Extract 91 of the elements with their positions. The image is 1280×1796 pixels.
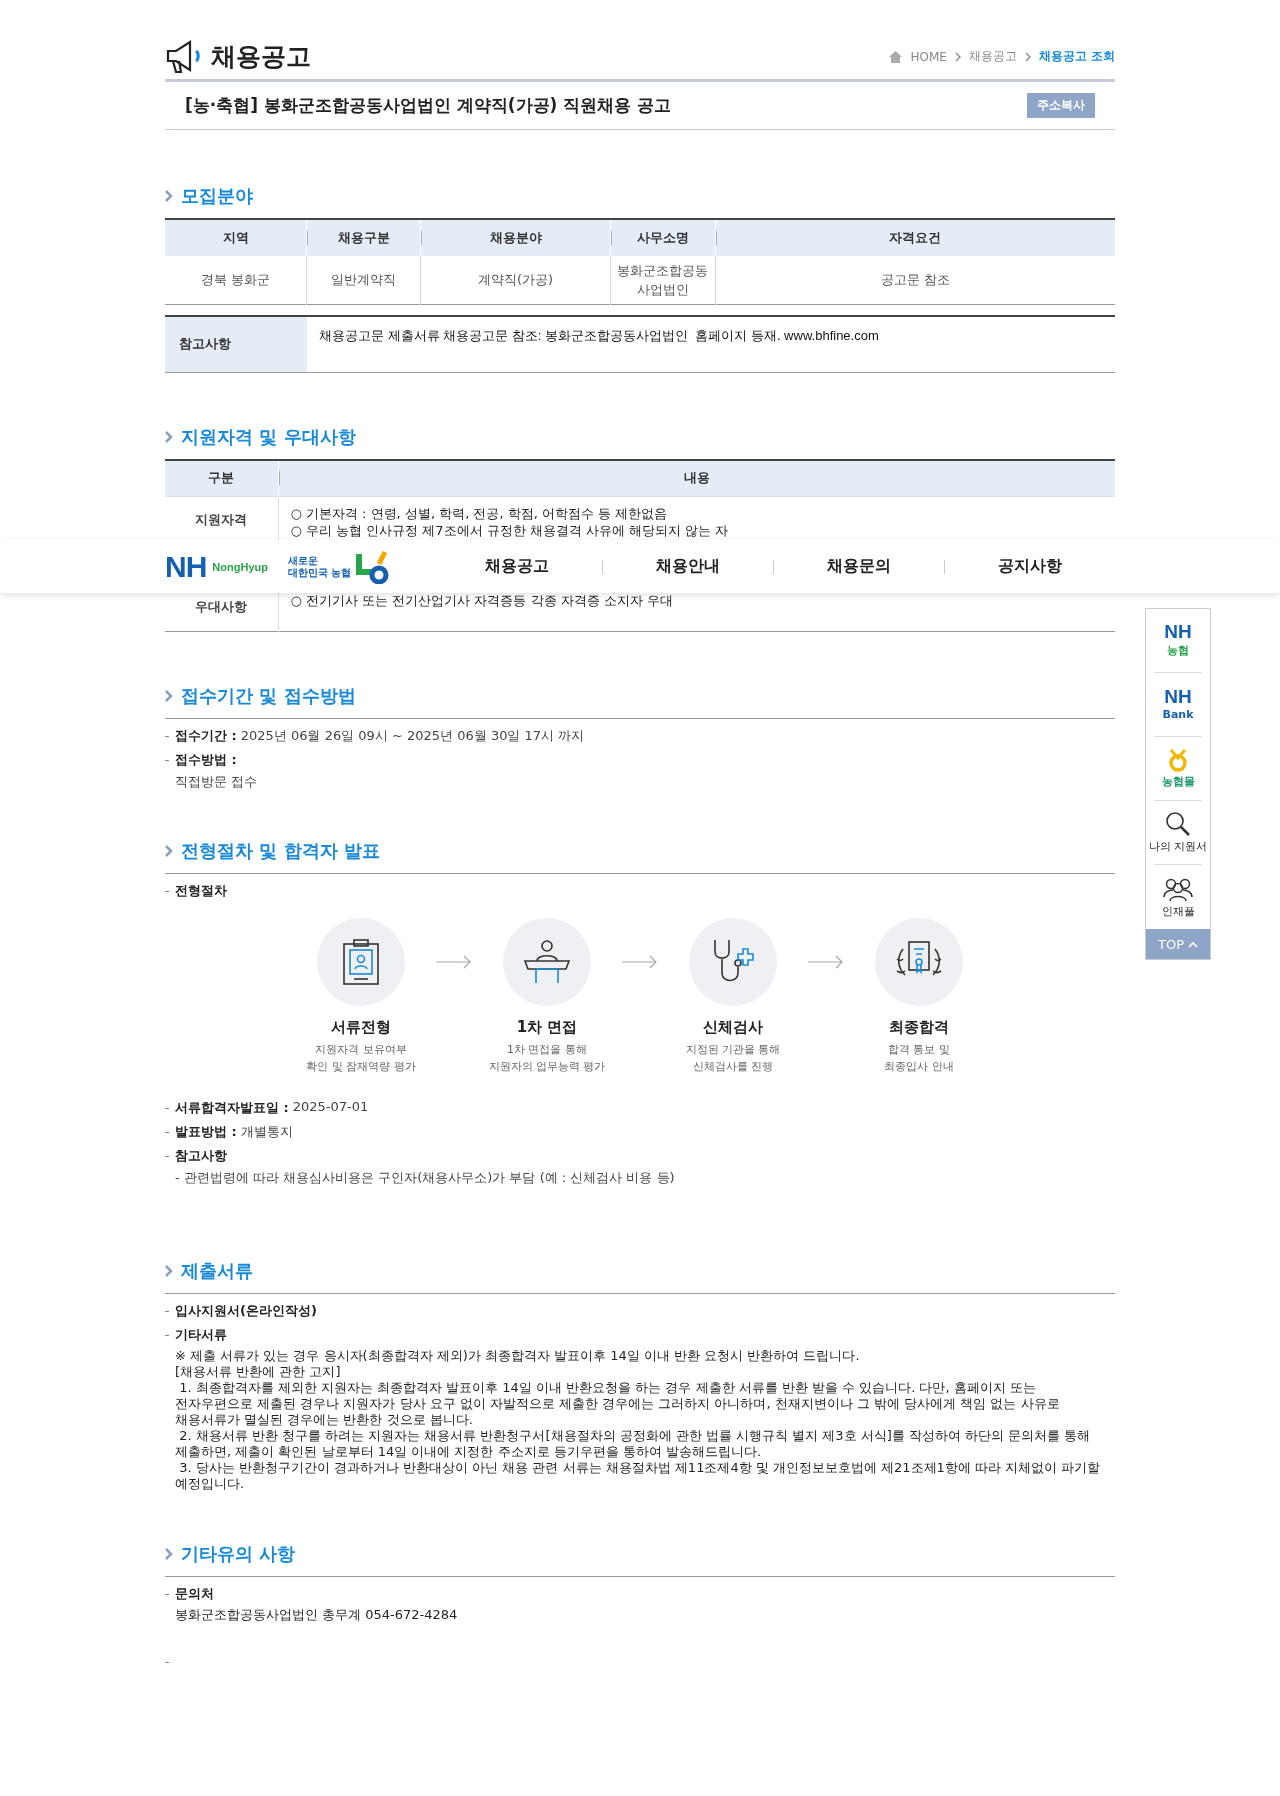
bullet-dash [165, 736, 169, 737]
chevron-icon [165, 190, 173, 202]
step-description: 지정된 기관을 통해 신체검사를 진행 [685, 1042, 781, 1075]
item-value: 직접방문 접수 [175, 773, 258, 791]
megaphone-icon [165, 38, 203, 75]
section-heading: 기타유의 사항 [181, 1542, 296, 1566]
item-label: 참고사항 [175, 1147, 228, 1165]
chevron-icon [165, 430, 173, 443]
chevron-icon [165, 690, 173, 702]
nav-menu-item[interactable]: 공지사항 [944, 556, 1115, 577]
quick-menu-item[interactable]: 인재풀 [1154, 865, 1202, 929]
table-cell: 경북 봉화군 [165, 256, 307, 304]
table-cell: 일반계약직 [306, 256, 421, 304]
podium-icon [522, 939, 572, 985]
arrow-icon [436, 955, 472, 969]
bullet-dash [165, 1335, 169, 1336]
bullet-dash [165, 1311, 169, 1312]
step-description: 지원자격 보유여부 확인 및 잠재역량 평가 [306, 1042, 416, 1075]
arrow-icon [622, 955, 658, 969]
bullet-dash [165, 1108, 169, 1109]
bullet-dash [165, 760, 169, 761]
item-label: 발표방법 : [175, 1123, 237, 1141]
step-description: 합격 통보 및 최종입사 안내 [884, 1042, 954, 1075]
item-label: 접수기간 : [175, 727, 237, 745]
quick-menu-item[interactable]: 농협몰 [1154, 737, 1202, 801]
item-label: 접수방법 : [175, 751, 238, 769]
section-heading: 모집분야 [181, 184, 253, 208]
breadcrumb-link[interactable]: HOME [910, 49, 947, 64]
step-title: 신체검사 [703, 1018, 763, 1037]
slogan-text: 대한민국 농협 [287, 566, 352, 579]
slogan-text: 새로운 [287, 554, 319, 567]
logo: NH [165, 549, 207, 584]
bullet-dash [165, 1156, 169, 1157]
page-title: 채용공고 [211, 41, 311, 73]
breadcrumb-link[interactable]: 채용공고 조회 [1038, 48, 1115, 65]
item-value: 2025년 06월 26일 09시 ~ 2025년 06월 30일 17시 까지 [240, 727, 585, 745]
item-label: 입사지원서(온라인작성) [175, 1302, 317, 1320]
step-title: 서류전형 [331, 1018, 391, 1037]
note-label: 참고사항 [165, 316, 307, 372]
column-header: 채용구분 [306, 219, 421, 256]
bullet-dash [165, 1594, 169, 1595]
breadcrumb-link[interactable]: 채용공고 [968, 48, 1017, 65]
item-label: 전형절차 [175, 882, 227, 900]
item-value: - 관련법령에 따라 채용심사비용은 구인자(채용사무소)가 부담 (예 : 신체검사 비용 등) [175, 1169, 675, 1187]
table-cell: 계약직(가공) [420, 256, 611, 304]
nav-menu-item[interactable]: 채용안내 [602, 556, 773, 577]
quick-menu-item[interactable]: NH Bank [1154, 673, 1202, 737]
step-title: 1차 면접 [516, 1018, 578, 1037]
step-description: 1차 면접을 통해 지원자의 업무능력 평가 [488, 1042, 606, 1075]
column-header: 구분 [165, 459, 278, 497]
column-header: 자격요건 [715, 219, 1115, 256]
column-header: 지역 [165, 219, 307, 256]
item-label: 서류합격자발표일 : [175, 1099, 289, 1117]
column-header: 사무소명 [610, 219, 716, 256]
paragraph: ※ 제출 서류가 있는 경우 응시자(최종합격자 제외)가 최종합격자 발표이후 14일 이내 반환 요청시 반환하여 드립니다. [채용서류 반환에 관한 고지] 1. 최종합격자를 제외한 지원자는 최종합격자 발표이후 14일 이내 반환요청을 하는 경우 제출한 서류를 반환 받을 수 있습니다. 다만, 홈페이지 또는 전자우편으로 제출된 경우나 지원자가 당사 요구 없이 자발적으로 제출한 경우에는 그러하지 아니하며, 천재지변이나 그 밖에 당사에게 책임 없는 사유로 채용서류가 멸실된 경우에는 반환한 것으로 봅니다. 2. 채용서류 반환 청구를 하려는 지원자는 채용서류 반환청구서[채용절차의 공정화에 관한 법률 시행규칙 별지 제3호 서식]를 작성하여 하단의 문의처를 통해 제출하면, 제출이 확인된 날로부터 14일 이내에 지정한 주소지로 등기우편을 통하여 발송해드립니다. 3. 당사는 반환청구기간이 경과하거나 반환대상이 아닌 채용 관련 서류는 채용절차법 제11조제4항 및 개인정보보호법에 제21조제1항에 따라 지체없이 파기할 예정입니다. [175, 1348, 1101, 1492]
notice-title: [농·축협] 봉화군조합공동사업법인 계약직(가공) 직원채용 공고 [185, 94, 672, 117]
chevron-icon [165, 845, 173, 857]
item-value: 2025-07-01 [292, 1099, 369, 1116]
section-heading: 지원자격 및 우대사항 [181, 424, 356, 449]
note-text: 채용공고문 제출서류 채용공고문 참조: 봉화군조합공동사업법인 홈페이지 등재. www.bhfine.com [318, 326, 880, 345]
table-cell: 공고문 참조 [715, 256, 1115, 304]
medal-icon [1167, 748, 1189, 772]
nav-menu-item[interactable]: 채용문의 [773, 556, 944, 577]
section-heading: 제출서류 [181, 1259, 253, 1283]
chevron-icon [165, 1548, 173, 1560]
qualification-line: ○ 전기기사 또는 전기산업기사 자격증등 각종 자격증 소지자 우대 [290, 592, 674, 609]
search-icon [1165, 811, 1191, 837]
home-icon [889, 50, 903, 63]
quick-menu-item[interactable]: NH 농협 [1154, 609, 1202, 673]
qualification-line: ○ 기본자격 : 연령, 성별, 학력, 전공, 학점, 어학점수 등 제한없음 [290, 505, 669, 522]
column-header: 채용분야 [420, 219, 611, 256]
qualification-line: ○ 우리 농협 인사규정 제7조에서 규정한 채용결격 사유에 해당되지 않는 자 [290, 522, 730, 539]
bullet-dash [165, 891, 169, 892]
chevron-icon [1024, 51, 1031, 62]
item-value: 개별통지 [240, 1123, 293, 1141]
table-cell: 봉화군조합공동사업법인 [610, 256, 716, 304]
item-label: 문의처 [175, 1585, 215, 1603]
chevron-up-icon [1188, 940, 1198, 948]
section-heading: 접수기간 및 접수방법 [181, 684, 356, 708]
column-header: 내용 [278, 459, 1115, 497]
chevron-icon [165, 1265, 173, 1277]
bullet-dash [165, 1132, 169, 1133]
clipboard-icon [341, 938, 381, 986]
chevron-icon [954, 51, 961, 62]
step-title: 최종합격 [889, 1018, 949, 1037]
nav-menu-item[interactable]: 채용공고 [431, 556, 602, 577]
item-label: 기타서류 [175, 1326, 228, 1344]
arrow-icon [808, 955, 844, 969]
paragraph: 봉화군조합공동사업법인 총무계 054-672-4284 [175, 1607, 458, 1623]
logo-text: NongHyup [212, 560, 268, 573]
section-heading: 전형절차 및 합격자 발표 [181, 839, 380, 863]
